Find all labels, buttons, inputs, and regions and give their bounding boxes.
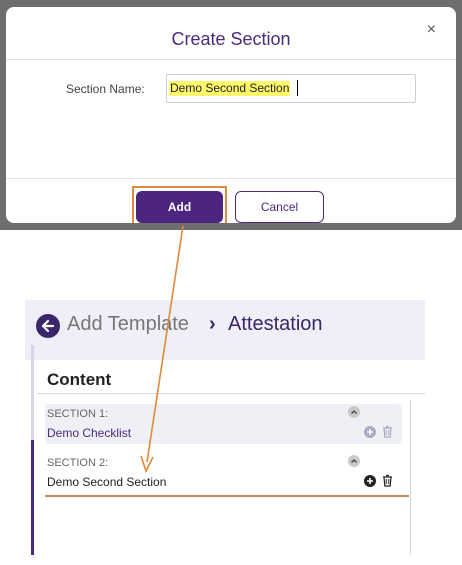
breadcrumb-separator-icon: ›	[209, 313, 216, 335]
section-name-input[interactable]: Demo Second Section	[166, 74, 416, 103]
section-name: Demo Second Section	[47, 475, 167, 489]
section-name-value: Demo Second Section	[169, 81, 291, 96]
plus-icon[interactable]	[364, 426, 376, 438]
trash-icon[interactable]	[382, 425, 393, 438]
divider	[37, 393, 425, 394]
chevron-up-icon[interactable]	[348, 406, 360, 418]
breadcrumb-current: Attestation	[228, 313, 323, 335]
template-page: Add Template › Attestation Content SECTI…	[25, 300, 425, 555]
close-icon[interactable]: ×	[427, 21, 436, 39]
modal-title: Create Section	[171, 29, 291, 49]
section-name-label: Section Name:	[66, 82, 145, 96]
list-scroll-rail	[410, 400, 411, 555]
section-card[interactable]: SECTION 1: Demo Checklist	[45, 404, 402, 444]
cancel-button[interactable]: Cancel	[235, 191, 324, 223]
divider	[6, 178, 456, 179]
section-card[interactable]: SECTION 2: Demo Second Section	[45, 453, 402, 493]
back-arrow-icon[interactable]	[36, 314, 60, 338]
create-section-modal: Create Section × Section Name: Demo Seco…	[6, 7, 456, 223]
content-title: Content	[47, 370, 112, 389]
page-header: Add Template › Attestation	[25, 300, 425, 360]
sidebar-rail-active	[31, 440, 34, 555]
section-label: SECTION 1:	[47, 408, 109, 420]
breadcrumb-root[interactable]: Add Template	[67, 313, 189, 336]
divider	[6, 59, 456, 60]
section-label: SECTION 2:	[47, 457, 109, 469]
text-caret	[297, 80, 298, 96]
trash-icon[interactable]	[382, 474, 393, 487]
add-button[interactable]: Add	[136, 191, 223, 223]
chevron-up-icon[interactable]	[348, 455, 360, 467]
modal-backdrop: Create Section × Section Name: Demo Seco…	[0, 0, 462, 230]
new-section-highlight	[45, 495, 409, 497]
section-name: Demo Checklist	[47, 426, 132, 440]
plus-icon[interactable]	[364, 475, 376, 487]
